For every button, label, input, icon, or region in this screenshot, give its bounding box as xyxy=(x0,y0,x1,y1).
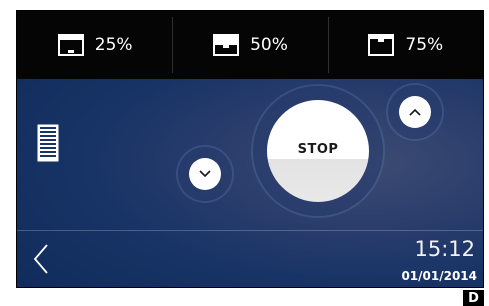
blind-50-icon xyxy=(213,34,240,56)
clock-date: 01/01/2014 xyxy=(401,269,477,283)
up-button[interactable] xyxy=(399,96,431,128)
blind-25-icon xyxy=(57,34,84,56)
blind-control-screen: 25% 50% 75% STOP 15:12 01/01/2014 xyxy=(16,10,484,288)
preset-75-button[interactable]: 75% xyxy=(327,11,483,79)
preset-25-label: 25% xyxy=(94,35,133,55)
preset-bar: 25% 50% 75% xyxy=(17,11,483,79)
preset-25-button[interactable]: 25% xyxy=(17,11,172,79)
blind-75-icon xyxy=(368,34,395,56)
stop-button[interactable]: STOP xyxy=(267,100,369,202)
chevron-left-icon[interactable] xyxy=(29,239,57,279)
stop-label: STOP xyxy=(297,141,339,157)
chevron-down-icon xyxy=(199,170,211,178)
preset-75-label: 75% xyxy=(405,35,444,55)
footer-divider xyxy=(17,230,483,231)
preset-50-button[interactable]: 50% xyxy=(172,11,327,79)
corner-label: D xyxy=(463,290,484,306)
clock-time: 15:12 xyxy=(414,237,475,261)
blind-list-icon[interactable] xyxy=(37,124,59,162)
chevron-up-icon xyxy=(409,108,421,116)
down-button[interactable] xyxy=(189,158,221,190)
preset-50-label: 50% xyxy=(250,35,288,55)
